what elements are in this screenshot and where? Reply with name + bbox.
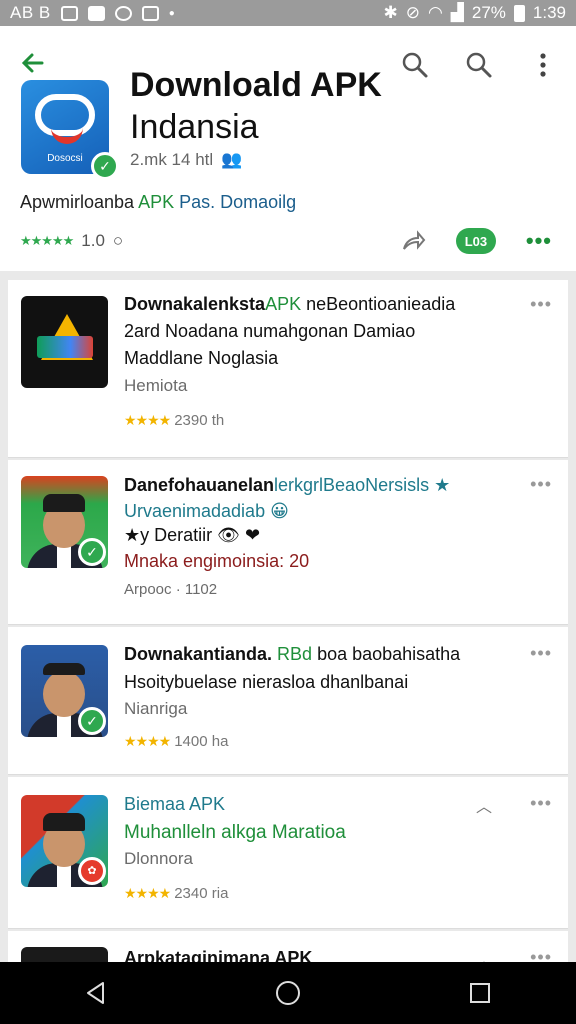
item-description: Urvaenimadadiab 😀 <box>124 501 289 521</box>
item-developer: Hemiota <box>124 376 188 395</box>
subtitle-part-a: Apwmirloanba <box>20 192 135 212</box>
battery-icon <box>513 4 525 22</box>
more-notifications-icon: ● <box>168 7 175 19</box>
item-rating: ★★★★ 2390 th <box>124 412 224 429</box>
list-item[interactable]: DownakalenkstaAPK neBeontioanieadia 2ard… <box>8 280 568 458</box>
nav-recents-button[interactable] <box>460 973 500 1013</box>
overflow-menu-icon <box>540 53 546 77</box>
item-menu-button[interactable]: ••• <box>530 793 552 814</box>
rating-stars: ★★★★★ <box>20 233 74 248</box>
rating-value: 1.0 <box>81 231 105 250</box>
item-menu-button[interactable]: ••• <box>530 294 552 315</box>
rating-count: 2340 ria <box>174 885 229 902</box>
bluetooth-icon: ✱ <box>383 3 398 22</box>
share-button[interactable] <box>400 229 426 253</box>
item-menu-button[interactable]: ••• <box>530 643 552 664</box>
list-item[interactable]: ✓ DanefohauanelanlerkgrlBeaoNersisls ★ U… <box>8 460 568 625</box>
item-description-3: Mnaka engimoinsia: 20 <box>124 551 310 571</box>
item-title: Biemaa APK <box>124 794 226 814</box>
item-title: DownakalenkstaAPK neBeontioanieadia <box>124 294 456 314</box>
person-photo-icon: ✓ <box>21 645 108 737</box>
install-badge[interactable]: L03 <box>455 228 496 254</box>
item-title: Downakantianda. RBd boa baobahisatha <box>124 644 461 664</box>
rating-stars: ★★★★ <box>124 885 171 901</box>
title-line-2: Indansia <box>130 108 259 146</box>
home-circle-icon <box>276 981 300 1005</box>
item-rating: ★★★★ 2340 ria <box>124 885 228 902</box>
item-description: 2ard Noadana numahgonan Damiao <box>124 321 416 341</box>
item-developer: Arpooc · 1102 <box>124 581 218 598</box>
verified-check-icon: ✓ <box>78 538 106 566</box>
meta-text: 2.mk 14 htl <box>130 150 214 169</box>
nav-back-button[interactable] <box>76 973 116 1013</box>
item-description: Hsoitybuelase nierasloa dhanlbanai <box>124 672 409 692</box>
item-description-2: ★y Deratiir 👁 ❤ <box>124 525 261 545</box>
page-title: Downloald APK Indansia <box>130 64 430 148</box>
app-subtitle: Apwmirloanba APK Pas. Domaoilg <box>20 192 296 213</box>
arrow-left-icon <box>21 53 44 73</box>
title-line-1: Downloald APK <box>130 66 382 104</box>
item-title: DanefohauanelanlerkgrlBeaoNersisls ★ <box>124 475 451 495</box>
verified-check-icon: ✓ <box>91 152 119 180</box>
rating-count: 2390 th <box>174 412 225 429</box>
carrier-label: AB B <box>10 3 51 22</box>
item-developer: Nianriga <box>124 699 188 718</box>
navigation-bar <box>0 962 576 1024</box>
back-button[interactable] <box>18 48 48 78</box>
app-icon: Dosocsi ✓ <box>21 80 119 180</box>
chat-notification-icon <box>114 5 132 21</box>
app-list: DownakalenkstaAPK neBeontioanieadia 2ard… <box>8 280 568 1024</box>
verified-check-icon: ✓ <box>78 707 106 735</box>
rating-row: ★★★★★ 1.0 ○ <box>20 231 123 251</box>
item-developer: Dlonnora <box>124 849 193 868</box>
clock: 1:39 <box>532 3 566 22</box>
back-triangle-icon <box>87 982 104 1004</box>
item-rating: ★★★★ 1400 ha <box>124 733 228 750</box>
notification-badge-icon: ✿ <box>78 857 106 885</box>
people-icon: 👥 <box>221 150 243 169</box>
search-icon <box>466 52 492 78</box>
subtitle-part-c: Pas. Domaoilg <box>179 192 297 212</box>
subtitle-part-b: APK <box>138 192 175 212</box>
person-photo-icon: ✿ <box>21 795 108 887</box>
rating-stars: ★★★★ <box>124 412 171 428</box>
overflow-menu-button[interactable] <box>528 50 558 80</box>
app-header: Dosocsi ✓ Downloald APK Indansia 2.mk 14… <box>0 26 576 271</box>
rating-stars: ★★★★ <box>124 733 171 749</box>
image-notification-icon <box>60 5 78 21</box>
message-notification-icon <box>87 5 105 21</box>
app-meta: 2.mk 14 htl 👥 <box>130 150 242 170</box>
status-bar: AB B ● ✱ ⊘ ◠ ▟ 27% 1:39 <box>0 0 576 26</box>
person-photo-icon: ✓ <box>21 476 108 568</box>
list-item[interactable]: ✿ Biemaa APK Muhanlleln alkga Maratioa D… <box>8 777 568 929</box>
drive-app-icon <box>21 296 108 388</box>
recents-square-icon <box>470 983 490 1003</box>
no-sim-icon: ⊘ <box>405 3 420 22</box>
collapse-chevron-icon[interactable]: ︿ <box>476 793 492 817</box>
signal-icon: ▟ <box>450 3 464 22</box>
app-notification-icon <box>141 5 159 21</box>
list-item[interactable]: ✓ Downakantianda. RBd boa baobahisatha H… <box>8 627 568 775</box>
loading-circle-icon: ○ <box>112 231 124 250</box>
share-icon <box>402 230 426 250</box>
nav-home-button[interactable] <box>268 973 308 1013</box>
more-options-button[interactable]: ••• <box>526 228 552 254</box>
wifi-icon: ◠ <box>427 3 443 22</box>
battery-percent: 27% <box>471 3 506 22</box>
item-menu-button[interactable]: ••• <box>530 474 552 495</box>
search-button-2[interactable] <box>464 50 494 80</box>
item-description: Muhanlleln alkga Maratioa <box>124 822 346 843</box>
item-description-2: Maddlane Noglasia <box>124 348 279 368</box>
rating-count: 1400 ha <box>174 733 229 750</box>
